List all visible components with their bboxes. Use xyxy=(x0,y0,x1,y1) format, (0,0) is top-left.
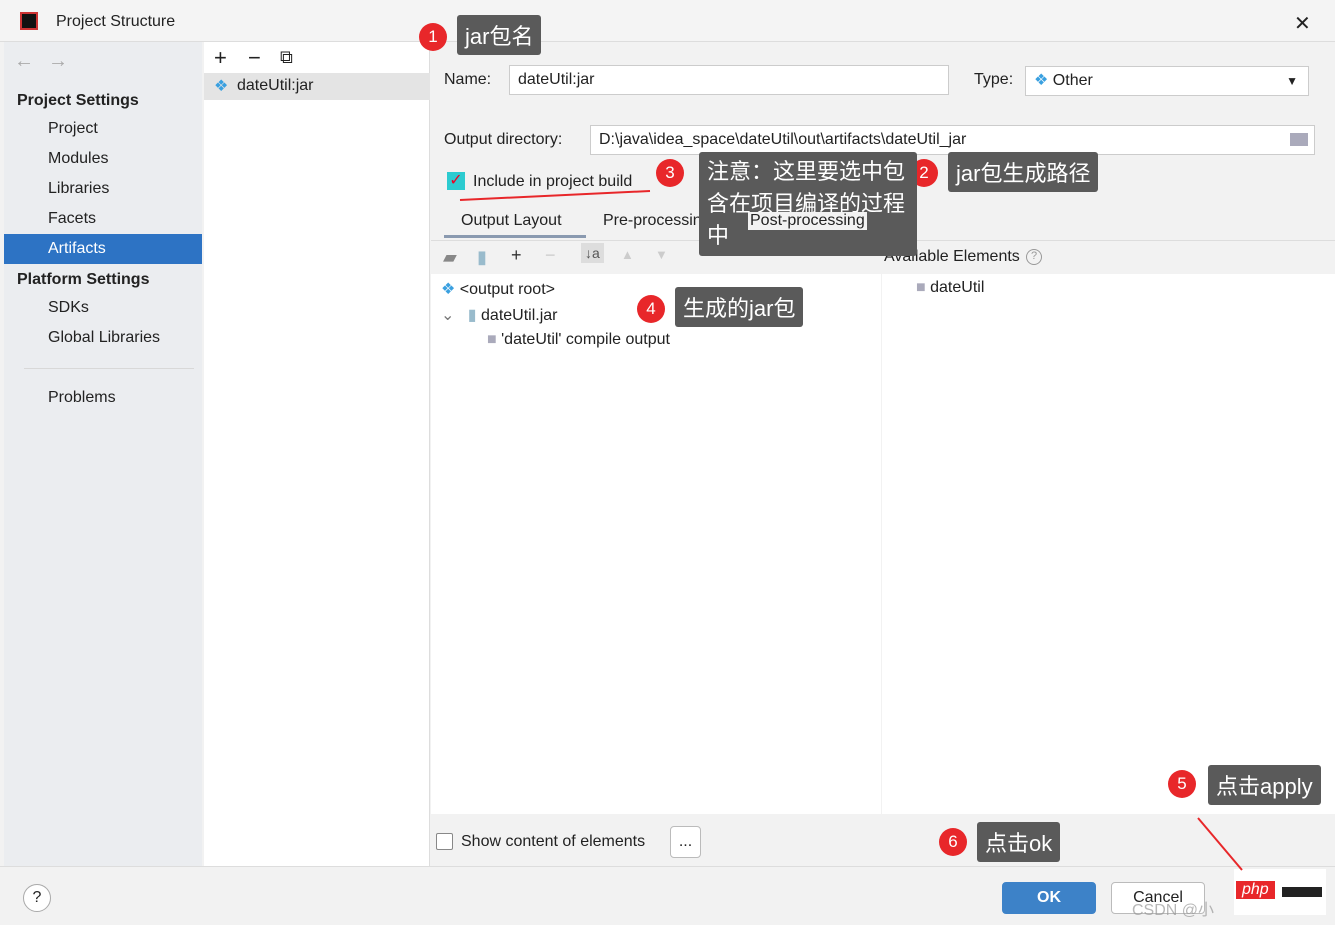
close-button[interactable]: ✕ xyxy=(1294,11,1311,36)
artifact-list-panel: + − ⧉ ❖ dateUtil:jar xyxy=(204,42,430,866)
arrow-apply xyxy=(1197,817,1243,871)
tab-post-processing[interactable]: Post-processing xyxy=(748,212,867,230)
annotation-4: 生成的jar包 xyxy=(675,287,804,327)
tree-compile-output[interactable]: ■ 'dateUtil' compile output xyxy=(487,331,670,349)
back-button[interactable]: ← xyxy=(14,50,34,73)
forward-button[interactable]: → xyxy=(48,50,68,73)
php-watermark: php xyxy=(1234,869,1326,915)
sidebar-item-sdks[interactable]: SDKs xyxy=(4,293,202,323)
available-item[interactable]: ■ dateUtil xyxy=(916,279,984,297)
project-settings-heading: Project Settings xyxy=(17,92,139,109)
remove-artifact-button[interactable]: − xyxy=(248,45,261,71)
move-up-icon[interactable]: ▲ xyxy=(621,247,634,262)
show-content-checkbox[interactable] xyxy=(436,833,453,850)
include-checkbox[interactable]: ✓ xyxy=(447,172,465,190)
annotation-3: 注意：这里要选中包含在项目编译的过程中 xyxy=(699,152,917,256)
sidebar-item-artifacts[interactable]: Artifacts xyxy=(4,234,202,264)
help-button[interactable]: ? xyxy=(23,884,51,912)
window-title: Project Structure xyxy=(56,13,176,30)
annotation-number-6: 6 xyxy=(939,828,967,856)
ok-button[interactable]: OK xyxy=(1002,882,1096,914)
help-icon[interactable]: ? xyxy=(1026,249,1042,265)
type-label: Type: xyxy=(974,71,1014,88)
add-artifact-button[interactable]: + xyxy=(214,45,227,71)
move-down-icon[interactable]: ▼ xyxy=(655,247,668,262)
app-icon xyxy=(20,12,38,30)
csdn-watermark: CSDN @小 xyxy=(1132,902,1215,919)
include-label: Include in project build xyxy=(473,173,633,190)
sidebar-item-problems[interactable]: Problems xyxy=(4,383,202,413)
divider xyxy=(24,368,194,369)
sidebar-item-project[interactable]: Project xyxy=(4,114,202,144)
annotation-5: 点击apply xyxy=(1208,765,1321,805)
platform-settings-heading: Platform Settings xyxy=(17,271,150,288)
show-content-label: Show content of elements xyxy=(461,833,646,850)
archive-icon[interactable]: ▮ xyxy=(477,247,487,268)
tab-pre-processing[interactable]: Pre-processing xyxy=(603,212,711,230)
copy-artifact-button[interactable]: ⧉ xyxy=(280,47,293,68)
other-type-icon: ❖ xyxy=(1034,72,1049,89)
annotation-number-1: 1 xyxy=(419,23,447,51)
annotation-number-4: 4 xyxy=(637,295,665,323)
new-folder-icon[interactable]: ▰ xyxy=(443,247,457,268)
title-bar: Project Structure ✕ xyxy=(0,0,1335,42)
add-icon[interactable]: + xyxy=(511,245,522,266)
output-directory-label: Output directory: xyxy=(444,131,563,148)
tree-jar[interactable]: ⌄ ▮ dateUtil.jar xyxy=(441,305,558,325)
annotation-number-5: 5 xyxy=(1168,770,1196,798)
folder-icon: ■ xyxy=(487,331,497,348)
output-directory-input[interactable]: D:\java\idea_space\dateUtil\out\artifact… xyxy=(590,125,1315,155)
root-icon: ❖ xyxy=(441,281,456,298)
sidebar: ← → Project Settings Project Modules Lib… xyxy=(4,42,202,866)
sidebar-item-modules[interactable]: Modules xyxy=(4,144,202,174)
module-folder-icon: ■ xyxy=(916,279,926,296)
remove-icon[interactable]: − xyxy=(545,245,556,266)
name-input[interactable]: dateUtil:jar xyxy=(509,65,949,95)
footer-divider xyxy=(0,866,1335,867)
folder-icon[interactable] xyxy=(1290,133,1308,146)
output-layout-tree: ❖ <output root> ⌄ ▮ dateUtil.jar ■ 'date… xyxy=(431,274,881,814)
tree-output-root[interactable]: ❖ <output root> xyxy=(441,279,555,299)
annotation-number-3: 3 xyxy=(656,159,684,187)
available-elements-tree: ■ dateUtil xyxy=(882,274,1335,814)
annotation-2: jar包生成路径 xyxy=(948,152,1099,192)
sidebar-item-global-libraries[interactable]: Global Libraries xyxy=(4,323,202,353)
annotation-6: 点击ok xyxy=(977,822,1061,862)
chevron-down-icon: ▼ xyxy=(1286,74,1298,88)
tab-underline xyxy=(444,235,586,238)
name-label: Name: xyxy=(444,71,492,88)
artifact-item[interactable]: ❖ dateUtil:jar xyxy=(204,73,430,100)
type-select[interactable]: ❖ Other ▼ xyxy=(1025,66,1309,96)
artifact-icon: ❖ xyxy=(214,78,229,95)
sidebar-item-libraries[interactable]: Libraries xyxy=(4,174,202,204)
chevron-down-icon[interactable]: ⌄ xyxy=(441,307,454,324)
sort-icon[interactable]: ↓a xyxy=(581,243,604,263)
tab-output-layout[interactable]: Output Layout xyxy=(461,212,562,230)
jar-icon: ▮ xyxy=(467,307,477,324)
arrow-include xyxy=(459,190,651,201)
ellipsis-button[interactable]: ... xyxy=(670,826,701,858)
sidebar-item-facets[interactable]: Facets xyxy=(4,204,202,234)
annotation-1: jar包名 xyxy=(457,15,542,55)
